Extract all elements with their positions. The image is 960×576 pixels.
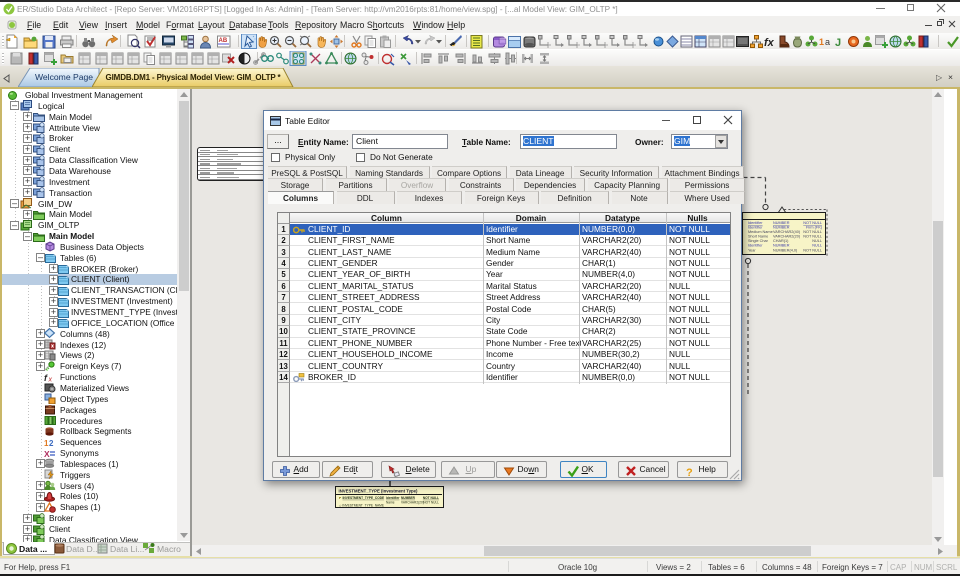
svg-text:INVESTMENT_TYPE_CODE: INVESTMENT_TYPE_CODE <box>343 495 385 499</box>
svg-text:NUMBER: NUMBER <box>773 226 790 230</box>
svg-text:VARCHAR2(40): VARCHAR2(40) <box>773 230 801 234</box>
svg-text:Medium Name: Medium Name <box>748 230 773 234</box>
svg-text:◇ INVESTMENT_TYPE_NAME: ◇ INVESTMENT_TYPE_NAME <box>339 503 384 507</box>
svg-text:NOT NULL: NOT NULL <box>423 500 439 504</box>
svg-text:Identifier: Identifier <box>386 495 400 499</box>
svg-text:Identifier: Identifier <box>748 244 763 248</box>
svg-text:NUMBER: NUMBER <box>401 495 416 499</box>
svg-text:NULL: NULL <box>812 239 822 243</box>
svg-text:Identifier: Identifier <box>748 221 763 225</box>
svg-text:fx: fx <box>764 37 775 49</box>
svg-text:1: 1 <box>819 37 824 47</box>
svg-text:NOT NULL: NOT NULL <box>803 235 822 239</box>
svg-text:a: a <box>825 37 830 47</box>
svg-text:Year: Year <box>748 248 756 252</box>
svg-text:NOT NULL: NOT NULL <box>803 248 822 252</box>
svg-text:INVESTMENT_TYPE (Investment Ty: INVESTMENT_TYPE (Investment Type) <box>339 488 419 493</box>
svg-text:Name: Name <box>386 500 395 504</box>
svg-text:Firm (FK): Firm (FK) <box>806 226 823 230</box>
svg-text:?: ? <box>686 467 693 477</box>
svg-text:VARCHAR2(20): VARCHAR2(20) <box>773 235 801 239</box>
svg-text:Single Char: Single Char <box>748 239 769 243</box>
svg-text:Short Name: Short Name <box>748 235 768 239</box>
svg-text:NUMBER(4,0): NUMBER(4,0) <box>773 248 798 252</box>
svg-text:VARCHAR2(20): VARCHAR2(20) <box>401 500 424 504</box>
svg-text:NOT NULL: NOT NULL <box>803 230 822 234</box>
svg-text:X: X <box>44 449 50 459</box>
svg-text:NOT NULL: NOT NULL <box>803 221 822 225</box>
svg-text:2: 2 <box>49 439 54 448</box>
svg-text:Identifier: Identifier <box>748 226 763 230</box>
svg-text:NOT NULL: NOT NULL <box>423 495 439 499</box>
svg-text:J: J <box>835 37 841 49</box>
svg-text:NULL: NULL <box>812 244 822 248</box>
svg-text:f: f <box>44 373 48 383</box>
svg-text:CHAR(1): CHAR(1) <box>773 239 789 243</box>
svg-text:AB: AB <box>219 38 228 44</box>
svg-text:NUMBER: NUMBER <box>773 244 790 248</box>
svg-text:NUMBER: NUMBER <box>773 221 790 225</box>
